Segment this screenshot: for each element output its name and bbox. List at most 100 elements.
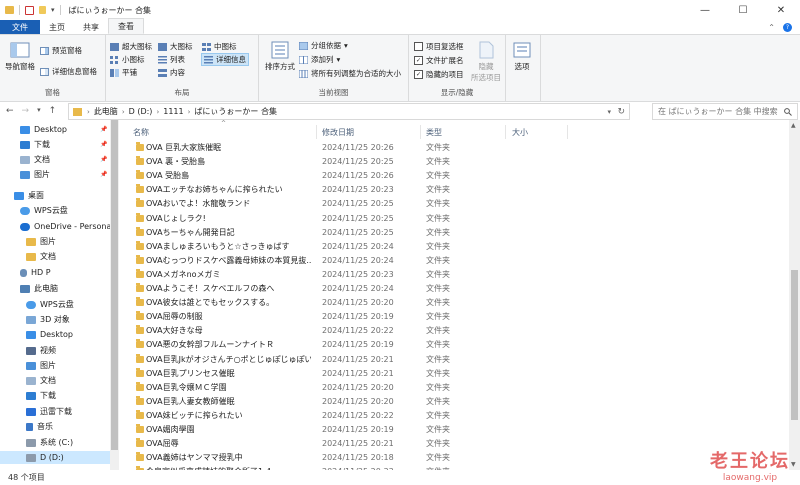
tiles-option[interactable]: 平铺 (110, 67, 137, 78)
table-row[interactable]: OVA屈辱の制服 2024/11/25 20:19 文件夹 (130, 310, 450, 323)
up-arrow-icon[interactable]: ↑ (49, 106, 57, 116)
table-row[interactable]: OVA巨乳人妻女教師催眠 2024/11/25 20:20 文件夹 (130, 395, 450, 408)
column-divider[interactable] (567, 125, 568, 139)
forward-arrow-icon[interactable]: → (22, 106, 30, 116)
table-row[interactable]: OVAじょしラク! 2024/11/25 20:25 文件夹 (130, 212, 450, 225)
customize-toolbar-icon[interactable]: ▾ (51, 6, 55, 14)
preview-pane-button[interactable]: 预览窗格 (40, 45, 82, 56)
nav-item-onedrive-documents[interactable]: 文档 (26, 250, 56, 263)
nav-item-desktop-cn[interactable]: 桌面 (14, 189, 44, 202)
column-divider[interactable] (316, 125, 317, 139)
table-row[interactable]: OVAましゅまろいもうと☆さっきゅばす 2024/11/25 20:24 文件夹 (130, 240, 450, 253)
table-row[interactable]: OVA 巨乳大家族催眠 2024/11/25 20:26 文件夹 (130, 141, 450, 154)
table-row[interactable]: OVA妹ビッチに搾られたい 2024/11/25 20:22 文件夹 (130, 409, 450, 422)
tab-file[interactable]: 文件 (0, 20, 40, 34)
nav-item-documents[interactable]: 文档 (20, 153, 50, 166)
nav-item-onedrive[interactable]: OneDrive - Personal (20, 220, 114, 233)
table-row[interactable]: OVAおいでよ！水龍敬ランド 2024/11/25 20:25 文件夹 (130, 197, 450, 210)
nav-item-pc-desktop[interactable]: Desktop (26, 328, 73, 341)
table-row[interactable]: OVA 裏・受胎島 2024/11/25 20:25 文件夹 (130, 155, 450, 168)
maximize-button[interactable]: ☐ (724, 0, 762, 20)
table-row[interactable]: OVAむっつりドスケベ露義母姉妹の本質見抜... 2024/11/25 20:24… (130, 254, 450, 267)
nav-item-wps-cloud-pc[interactable]: WPS云盘 (26, 298, 74, 311)
item-checkbox-option[interactable]: 项目复选框 (414, 41, 464, 52)
details-option[interactable]: 详细信息 (201, 53, 249, 66)
content-option[interactable]: 内容 (158, 67, 185, 78)
table-row[interactable]: OVAちーちゃん開発日記 2024/11/25 20:25 文件夹 (130, 226, 450, 239)
back-arrow-icon[interactable]: ← (6, 106, 14, 116)
column-header-type[interactable]: 类型 (426, 125, 442, 139)
navigation-pane-scrollbar[interactable] (110, 120, 119, 470)
scroll-down-icon[interactable]: ▼ (791, 461, 796, 468)
add-column-button[interactable]: 添加列 ▾ (299, 54, 340, 65)
table-row[interactable]: OVAメガネnoメガミ 2024/11/25 20:23 文件夹 (130, 268, 450, 281)
table-row[interactable]: OVA悪の女幹部フルムーンナイトＲ 2024/11/25 20:19 文件夹 (130, 338, 450, 351)
nav-pane-button[interactable]: 导航窗格 (5, 41, 35, 72)
nav-item-drive-c[interactable]: 系统 (C:) (26, 436, 73, 449)
nav-item-pc-downloads[interactable]: 下载 (26, 389, 56, 402)
nav-item-desktop[interactable]: Desktop (20, 123, 67, 136)
item-checkboxes-checkbox[interactable] (414, 42, 423, 51)
hidden-items-checkbox[interactable]: ✓ (414, 70, 423, 79)
file-extensions-option[interactable]: ✓ 文件扩展名 (414, 55, 464, 66)
nav-item-pictures[interactable]: 图片 (20, 168, 50, 181)
nav-item-music[interactable]: 音乐 (26, 420, 53, 433)
nav-item-wps-cloud[interactable]: WPS云盘 (20, 204, 68, 217)
file-extensions-checkbox[interactable]: ✓ (414, 56, 423, 65)
medium-icons-option[interactable]: 中图标 (202, 41, 237, 52)
tab-home[interactable]: 主页 (40, 20, 74, 34)
chevron-down-icon[interactable]: ▾ (607, 108, 611, 116)
table-row[interactable]: OVA 受胎島 2024/11/25 20:26 文件夹 (130, 169, 450, 182)
large-icons-option[interactable]: 大图标 (158, 41, 193, 52)
breadcrumb-1111[interactable]: 1111 (163, 107, 183, 116)
table-row[interactable]: OVA彼女は誰とでもセックスする。 2024/11/25 20:20 文件夹 (130, 296, 450, 309)
fit-columns-button[interactable]: 将所有列调整为合适的大小 (299, 68, 401, 79)
nav-item-user[interactable]: HD P (20, 266, 51, 279)
table-row[interactable]: OVA義姉はヤンママ授乳中 2024/11/25 20:18 文件夹 (130, 451, 450, 464)
options-button[interactable]: 选项 (512, 41, 532, 72)
scroll-up-icon[interactable]: ▲ (791, 122, 796, 129)
minimize-button[interactable]: — (686, 0, 724, 20)
scrollbar-thumb[interactable] (791, 270, 798, 420)
hidden-items-option[interactable]: ✓ 隐藏的项目 (414, 69, 464, 80)
column-header-date[interactable]: 修改日期 (322, 125, 354, 139)
help-icon[interactable]: ? (783, 22, 792, 32)
recent-locations-chevron-icon[interactable]: ▾ (37, 106, 41, 116)
breadcrumb-current-folder[interactable]: ぱにぃうぉーかー 合集 (194, 106, 277, 117)
breadcrumb-this-pc[interactable]: 此电脑 (94, 106, 118, 117)
table-row[interactable]: OVAようこそ！スケベエルフの森へ 2024/11/25 20:24 文件夹 (130, 282, 450, 295)
hide-selected-button[interactable]: 隐藏 所选项目 (471, 41, 501, 83)
scrollbar-thumb[interactable] (111, 120, 118, 450)
nav-item-drive-d[interactable]: D (D:) (0, 451, 110, 464)
file-list-scrollbar[interactable]: ▲ ▼ (789, 120, 800, 470)
table-row[interactable]: OVA媚肉學園 2024/11/25 20:19 文件夹 (130, 423, 450, 436)
close-button[interactable]: ✕ (762, 0, 800, 20)
column-header-size[interactable]: 大小 (512, 125, 528, 139)
extra-large-icons-option[interactable]: 超大图标 (110, 41, 152, 52)
column-divider[interactable] (420, 125, 421, 139)
details-pane-button[interactable]: 详细信息窗格 (40, 66, 97, 77)
list-option[interactable]: 列表 (158, 54, 185, 65)
nav-item-pc-pictures[interactable]: 图片 (26, 359, 56, 372)
group-by-button[interactable]: 分组依据 ▾ (299, 40, 348, 51)
table-row[interactable]: OVAエッチなお姉ちゃんに搾られたい 2024/11/25 20:23 文件夹 (130, 183, 450, 196)
nav-item-downloads[interactable]: 下载 (20, 138, 50, 151)
address-bar[interactable]: › 此电脑 › D (D:) › 1111 › ぱにぃうぉーかー 合集 ▾ ↻ (68, 103, 630, 120)
nav-item-pc-documents[interactable]: 文档 (26, 374, 56, 387)
nav-item-3d-objects[interactable]: 3D 对象 (26, 313, 70, 326)
tab-view[interactable]: 查看 (108, 18, 144, 34)
column-header-name[interactable]: 名称 (133, 125, 149, 139)
search-box[interactable]: 在 ぱにぃうぉーかー 合集 中搜索 (652, 103, 798, 120)
new-folder-icon[interactable] (39, 6, 46, 14)
breadcrumb-drive-d[interactable]: D (D:) (129, 107, 153, 116)
tab-share[interactable]: 共享 (74, 20, 108, 34)
properties-icon[interactable] (25, 5, 34, 15)
table-row[interactable]: OVA巨乳プリンセス催眠 2024/11/25 20:21 文件夹 (130, 367, 450, 380)
table-row[interactable]: OVA屈辱 2024/11/25 20:21 文件夹 (130, 437, 450, 450)
sort-by-button[interactable]: 排序方式 (265, 41, 295, 72)
nav-item-onedrive-pictures[interactable]: 图片 (26, 235, 56, 248)
nav-item-thunder-downloads[interactable]: 迅雷下载 (26, 405, 72, 418)
collapse-ribbon-icon[interactable]: ⌃ (768, 23, 775, 32)
small-icons-option[interactable]: 小图标 (110, 54, 145, 65)
column-divider[interactable] (505, 125, 506, 139)
